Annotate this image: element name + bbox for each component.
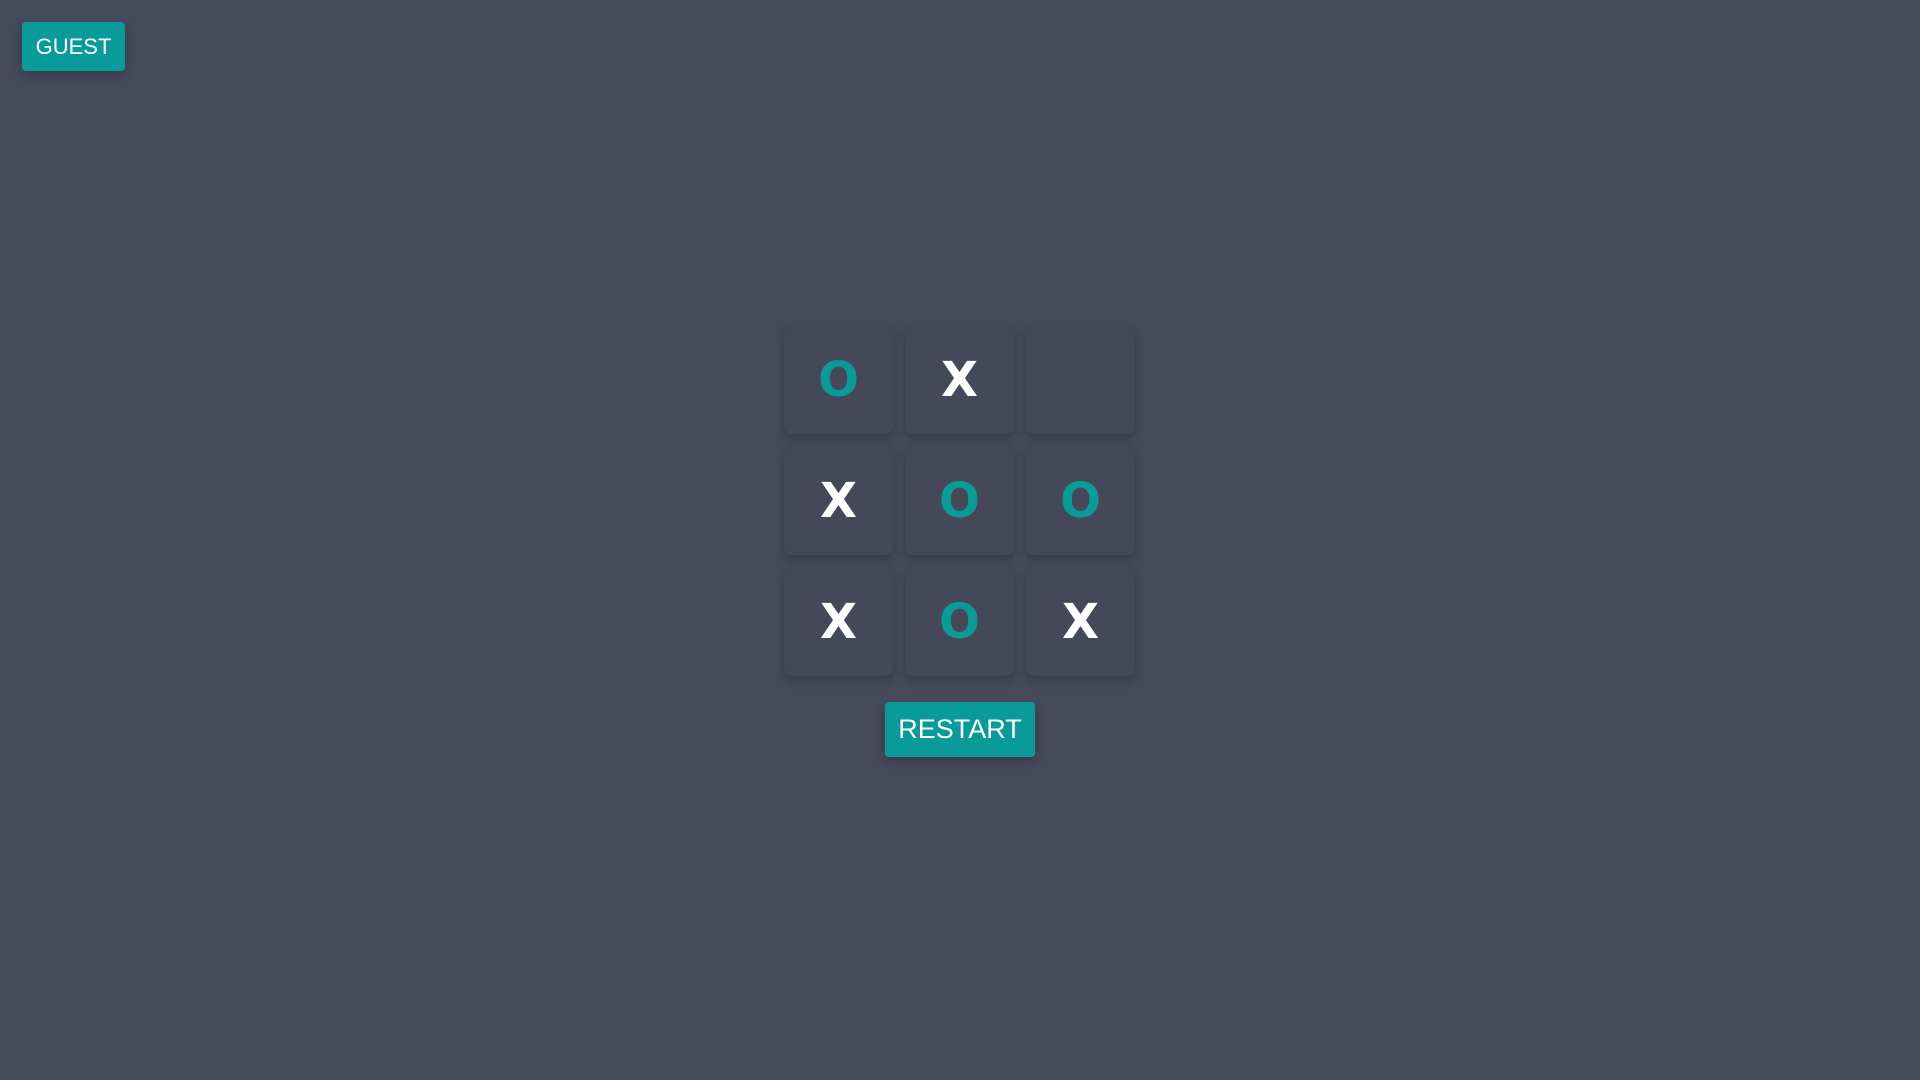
- board-cell-1[interactable]: X: [905, 325, 1014, 434]
- restart-button[interactable]: RESTART: [885, 702, 1035, 757]
- board-cell-4[interactable]: O: [905, 446, 1014, 555]
- board-cell-6[interactable]: X: [784, 567, 893, 676]
- board-cell-2[interactable]: [1026, 325, 1135, 434]
- board-cell-5[interactable]: O: [1026, 446, 1135, 555]
- board-cell-7[interactable]: O: [905, 567, 1014, 676]
- guest-button[interactable]: GUEST: [22, 22, 125, 71]
- board-cell-8[interactable]: X: [1026, 567, 1135, 676]
- board-cell-0[interactable]: O: [784, 325, 893, 434]
- board-cell-3[interactable]: X: [784, 446, 893, 555]
- game-board: O X X O O X O X: [784, 325, 1136, 676]
